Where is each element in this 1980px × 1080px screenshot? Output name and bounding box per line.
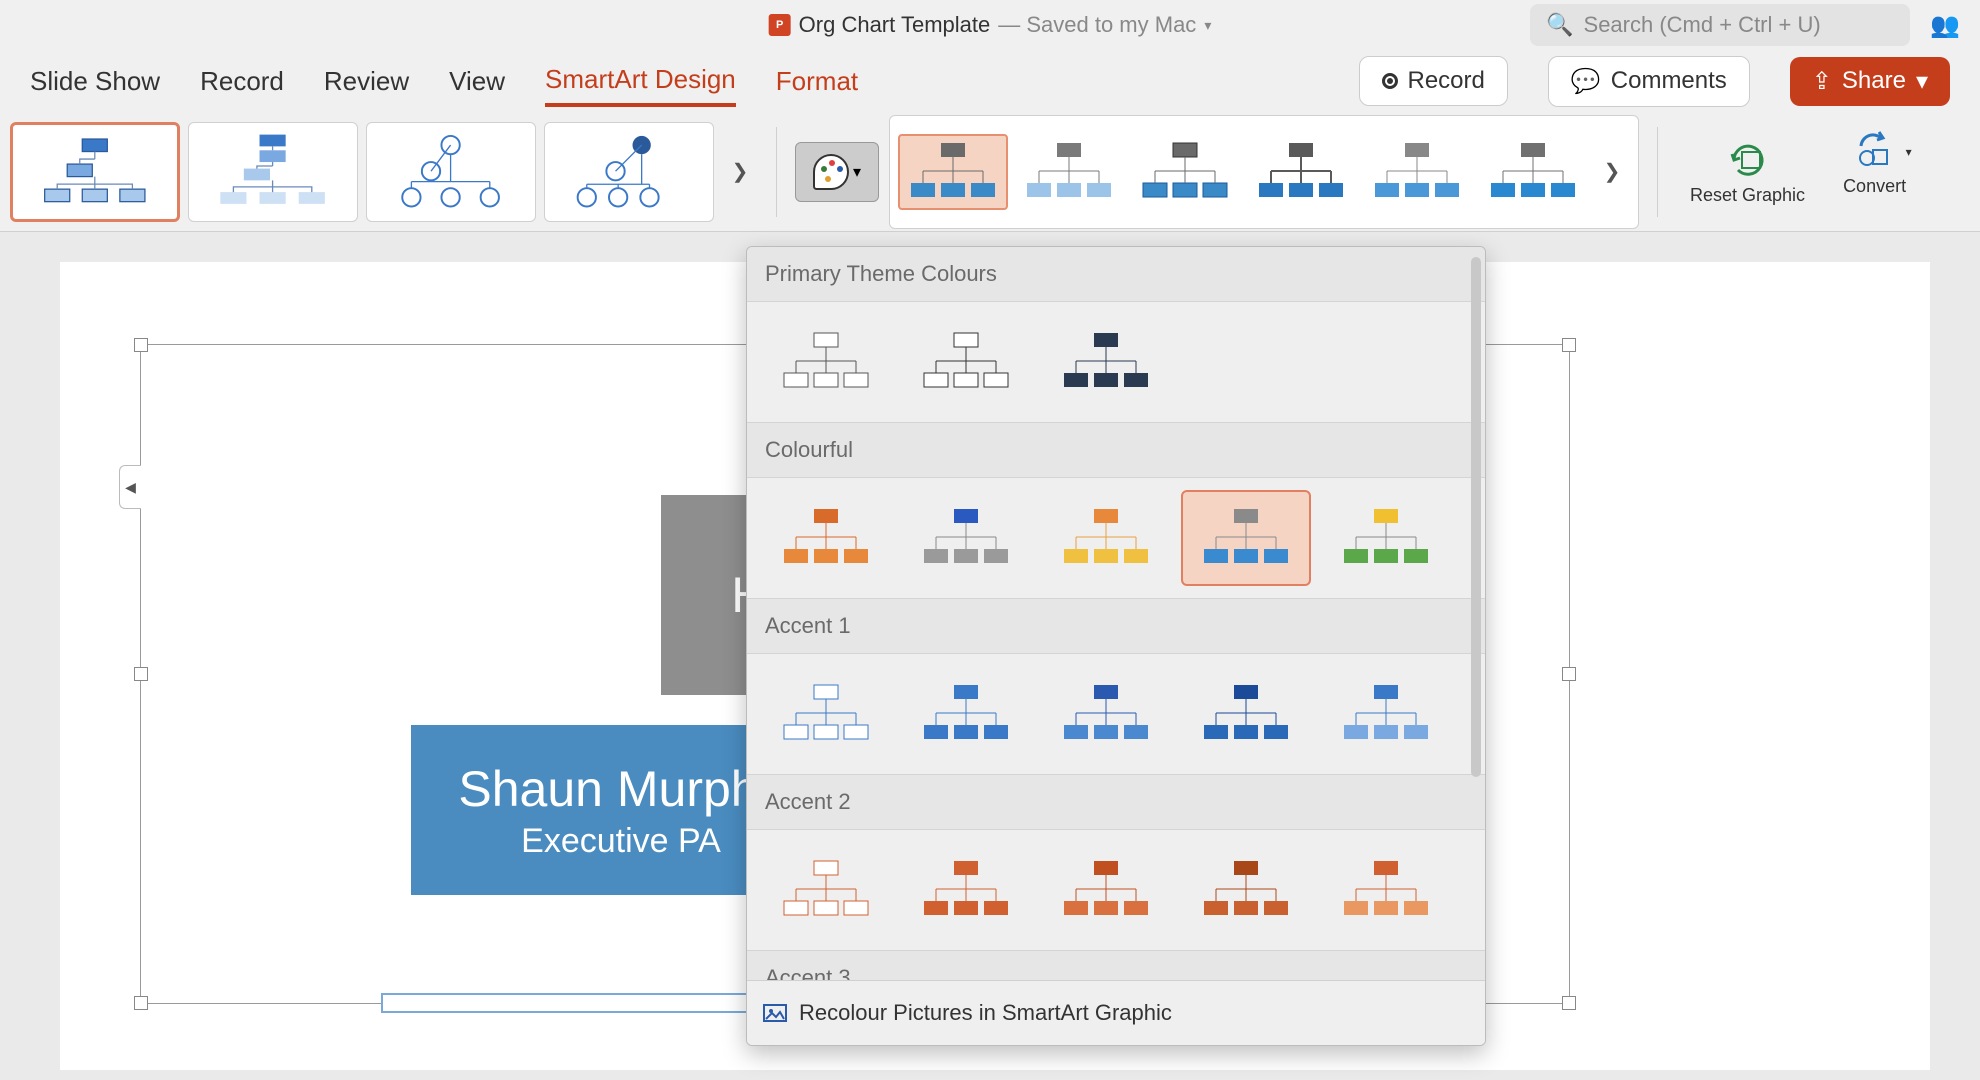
colour-section-colourful: Colourful	[747, 422, 1485, 478]
resize-handle[interactable]	[134, 338, 148, 352]
chevron-down-icon[interactable]: ▾	[1906, 145, 1912, 159]
change-colours-button[interactable]: ▾	[795, 142, 879, 202]
colour-option-accent1-5[interactable]	[1321, 666, 1451, 762]
dropdown-scrollbar[interactable]	[1471, 257, 1481, 777]
styles-gallery-more[interactable]: ❯	[1594, 122, 1630, 222]
record-button-label: Record	[1408, 67, 1485, 95]
colour-option-accent2-4[interactable]	[1181, 842, 1311, 938]
tab-record[interactable]: Record	[200, 58, 284, 105]
search-placeholder: Search (Cmd + Ctrl + U)	[1584, 12, 1821, 38]
chevron-down-icon: ▾	[853, 162, 861, 182]
layout-thumb-1[interactable]	[10, 122, 180, 222]
change-colours-dropdown: Primary Theme Colours Colourful Accent 1…	[746, 246, 1486, 1046]
layout-thumb-3[interactable]	[366, 122, 536, 222]
reset-graphic-button[interactable]: Reset Graphic	[1676, 138, 1819, 206]
document-save-status: — Saved to my Mac	[998, 12, 1196, 38]
ribbon-smartart-design: ❯ ▾ ❯ Reset Graphic Convert	[0, 112, 1980, 232]
colour-option-primary-3[interactable]	[1041, 314, 1171, 410]
convert-icon	[1853, 128, 1897, 172]
style-thumb-6[interactable]	[1478, 134, 1588, 210]
colour-option-primary-1[interactable]	[761, 314, 891, 410]
chevron-down-icon[interactable]: ▾	[1204, 17, 1211, 34]
colour-option-accent2-5[interactable]	[1321, 842, 1451, 938]
layout-thumb-4[interactable]	[544, 122, 714, 222]
ribbon-separator	[776, 127, 777, 217]
layouts-gallery: ❯	[10, 122, 758, 222]
colour-option-accent2-3[interactable]	[1041, 842, 1171, 938]
colour-option-colourful-3[interactable]	[1041, 490, 1171, 586]
layouts-gallery-more[interactable]: ❯	[722, 122, 758, 222]
tab-format[interactable]: Format	[776, 58, 858, 105]
convert-button[interactable]: Convert ▾	[1829, 128, 1920, 215]
layout-thumb-2[interactable]	[188, 122, 358, 222]
chevron-down-icon: ▾	[1916, 67, 1928, 96]
colour-section-accent2: Accent 2	[747, 774, 1485, 830]
recolour-pictures-label: Recolour Pictures in SmartArt Graphic	[799, 1000, 1172, 1026]
tab-review[interactable]: Review	[324, 58, 409, 105]
document-title-group[interactable]: P Org Chart Template — Saved to my Mac ▾	[769, 12, 1212, 38]
colour-option-accent1-4[interactable]	[1181, 666, 1311, 762]
colour-section-primary: Primary Theme Colours	[747, 247, 1485, 302]
resize-handle[interactable]	[1562, 996, 1576, 1010]
powerpoint-icon: P	[769, 14, 791, 36]
resize-handle[interactable]	[134, 667, 148, 681]
text-pane-toggle[interactable]: ◀	[119, 465, 141, 509]
share-button-label: Share	[1842, 67, 1906, 95]
style-thumb-2[interactable]	[1014, 134, 1124, 210]
org-node-pa-title: Executive PA	[521, 822, 721, 861]
ribbon-separator	[1657, 127, 1658, 217]
comment-icon	[1571, 67, 1601, 96]
record-icon	[1382, 73, 1398, 89]
colour-option-colourful-2[interactable]	[901, 490, 1031, 586]
colour-option-colourful-1[interactable]	[761, 490, 891, 586]
share-button[interactable]: ⇪ Share ▾	[1790, 57, 1950, 106]
tab-slideshow[interactable]: Slide Show	[30, 58, 160, 105]
colour-section-accent1: Accent 1	[747, 598, 1485, 654]
resize-handle[interactable]	[1562, 338, 1576, 352]
style-thumb-5[interactable]	[1362, 134, 1472, 210]
reset-graphic-label: Reset Graphic	[1690, 186, 1805, 206]
colour-option-colourful-5[interactable]	[1321, 490, 1451, 586]
colour-option-colourful-4[interactable]	[1181, 490, 1311, 586]
colour-option-primary-2[interactable]	[901, 314, 1031, 410]
colour-option-accent1-3[interactable]	[1041, 666, 1171, 762]
tab-smartart-design[interactable]: SmartArt Design	[545, 56, 736, 107]
comments-button-label: Comments	[1611, 67, 1727, 95]
resize-handle[interactable]	[1562, 667, 1576, 681]
style-thumb-1[interactable]	[898, 134, 1008, 210]
recolour-pictures-item[interactable]: Recolour Pictures in SmartArt Graphic	[747, 980, 1485, 1045]
tab-view[interactable]: View	[449, 58, 505, 105]
search-icon: 🔍	[1546, 12, 1573, 38]
reset-icon	[1726, 138, 1770, 182]
share-icon: ⇪	[1812, 67, 1832, 96]
document-filename: Org Chart Template	[799, 12, 991, 38]
palette-icon	[813, 154, 849, 190]
style-thumb-3[interactable]	[1130, 134, 1240, 210]
ribbon-tabs: Slide Show Record Review View SmartArt D…	[0, 50, 1980, 112]
colour-option-accent2-2[interactable]	[901, 842, 1031, 938]
search-input[interactable]: 🔍 Search (Cmd + Ctrl + U)	[1530, 4, 1910, 46]
picture-icon	[761, 999, 789, 1027]
record-button[interactable]: Record	[1359, 56, 1508, 106]
convert-label: Convert	[1843, 176, 1906, 197]
colour-section-accent3: Accent 3	[747, 950, 1485, 980]
colour-option-accent1-1[interactable]	[761, 666, 891, 762]
org-node-pa-name: Shaun Murphy	[458, 760, 783, 818]
presence-icon[interactable]: 👥	[1930, 11, 1960, 40]
comments-button[interactable]: Comments	[1548, 56, 1750, 107]
resize-handle[interactable]	[134, 996, 148, 1010]
style-thumb-4[interactable]	[1246, 134, 1356, 210]
colour-option-accent2-1[interactable]	[761, 842, 891, 938]
window-titlebar: P Org Chart Template — Saved to my Mac ▾…	[0, 0, 1980, 50]
styles-gallery: ❯	[889, 115, 1639, 229]
colour-option-accent1-2[interactable]	[901, 666, 1031, 762]
